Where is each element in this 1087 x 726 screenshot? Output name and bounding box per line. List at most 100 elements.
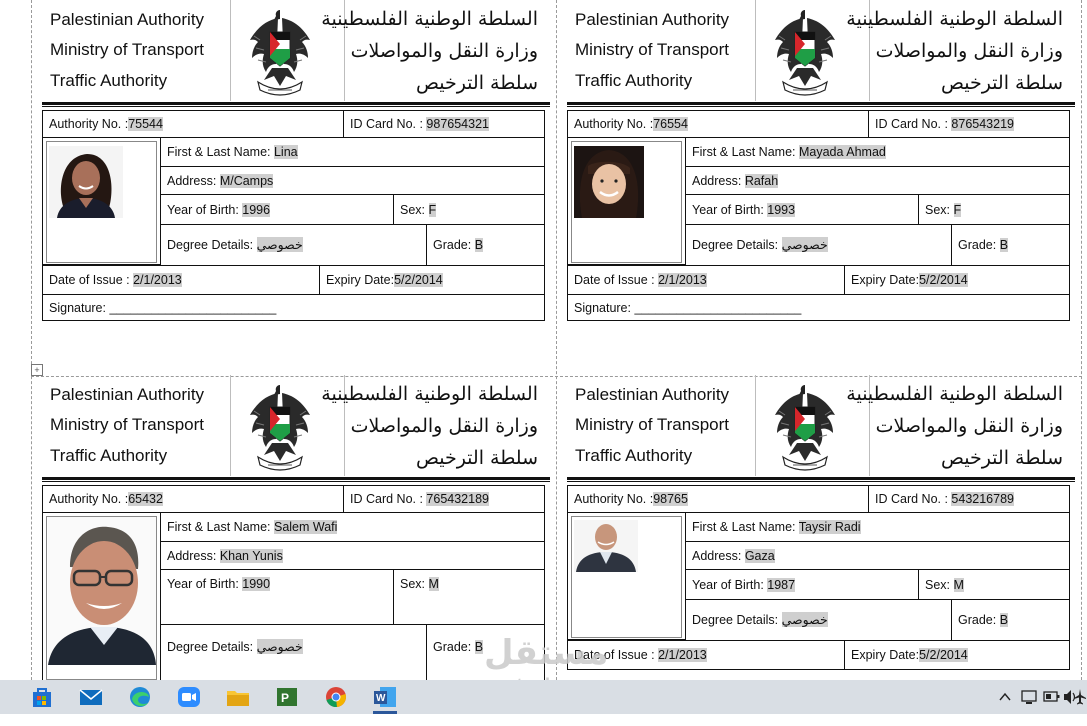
field-label: Year of Birth: xyxy=(167,577,243,591)
name-cell: First & Last Name: Salem Wafi xyxy=(160,512,545,542)
palestine-eagle-emblem xyxy=(775,10,835,96)
field-label: ID Card No. : xyxy=(875,492,952,506)
id-card-cell: ID Card No. : 987654321 xyxy=(343,110,545,138)
driving-license-card: Palestinian Authority Ministry of Transp… xyxy=(42,375,550,682)
header-ar-traffic: سلطة الترخيص xyxy=(940,72,1063,94)
date-of-issue-cell: Date of Issue : 2/1/2013 xyxy=(567,265,845,295)
field-label: Grade: xyxy=(958,613,1000,627)
field-label: Sex: xyxy=(400,202,429,217)
word-icon[interactable]: W xyxy=(371,684,399,716)
project-icon[interactable]: P xyxy=(273,684,301,710)
page-grid-line xyxy=(556,0,557,680)
degree-cell: Degree Details: خصوصي xyxy=(685,224,952,266)
field-value-year: 1996 xyxy=(242,202,271,217)
page-grid-line xyxy=(31,0,32,680)
photo-cell xyxy=(567,512,686,640)
header-ar-ministry: وزارة النقل والمواصلات xyxy=(350,40,538,62)
file-explorer-icon[interactable] xyxy=(224,684,252,710)
field-value-sex: M xyxy=(428,577,439,591)
license-header: Palestinian Authority Ministry of Transp… xyxy=(567,0,1075,101)
field-value-address: Khan Yunis xyxy=(219,548,283,563)
field-label: First & Last Name: xyxy=(692,520,799,534)
zoom-icon[interactable] xyxy=(175,684,203,710)
header-en-traffic: Traffic Authority xyxy=(50,446,168,465)
mail-icon[interactable] xyxy=(77,684,105,710)
field-label: Signature: ________________________ xyxy=(49,300,277,315)
name-cell: First & Last Name: Taysir Radi xyxy=(685,512,1070,542)
field-label: Address: xyxy=(692,173,745,188)
header-ar-traffic: سلطة الترخيص xyxy=(415,447,538,469)
authority-no-cell: Authority No. :76554 xyxy=(567,110,869,138)
degree-cell: Degree Details: خصوصي xyxy=(160,224,427,266)
authority-no-cell: Authority No. :75544 xyxy=(42,110,344,138)
signature-cell: Signature: ________________________ xyxy=(42,294,545,321)
field-label: Expiry Date: xyxy=(326,273,395,287)
field-value-sex: M xyxy=(953,577,964,592)
field-label: Sex: xyxy=(400,577,429,591)
palestine-eagle-emblem xyxy=(250,385,310,471)
expiry-date-cell: Expiry Date:5/2/2014 xyxy=(319,265,545,295)
field-value-id-card: 987654321 xyxy=(426,117,489,131)
grade-cell: Grade: B xyxy=(426,224,545,266)
header-rule xyxy=(567,102,1075,105)
holder-photo xyxy=(49,146,123,223)
field-label: Degree Details: xyxy=(167,640,257,654)
field-value-expiry: 5/2/2014 xyxy=(919,648,968,662)
field-value-address: Gaza xyxy=(744,548,775,563)
field-label: Sex: xyxy=(925,202,954,217)
chevron-up-icon[interactable] xyxy=(996,680,1014,714)
field-value-grade: B xyxy=(474,238,484,252)
license-header: Palestinian Authority Ministry of Transp… xyxy=(567,375,1075,476)
field-value-sex: F xyxy=(428,202,437,217)
windows-taskbar: P W xyxy=(0,680,1087,716)
field-label: ID Card No. : xyxy=(875,117,952,131)
field-value-address: Rafah xyxy=(744,173,779,188)
header-rule xyxy=(42,106,550,107)
header-ar-ministry: وزارة النقل والمواصلات xyxy=(875,40,1063,62)
field-value-authority-no: 65432 xyxy=(128,492,163,506)
year-cell: Year of Birth: 1993 xyxy=(685,194,919,225)
palestine-eagle-emblem xyxy=(250,10,310,96)
date-of-issue-cell: Date of Issue : 2/1/2013 xyxy=(42,265,320,295)
page-grid-line xyxy=(1081,0,1082,680)
man-portrait-photo xyxy=(574,520,638,572)
field-label: Year of Birth: xyxy=(692,202,768,217)
store-icon[interactable] xyxy=(28,684,56,710)
chrome-icon[interactable] xyxy=(322,684,350,710)
field-value-degree: خصوصي xyxy=(256,237,303,252)
field-value-degree: خصوصي xyxy=(781,612,828,627)
field-label: Date of Issue : xyxy=(49,273,134,287)
header-ar-ministry: وزارة النقل والمواصلات xyxy=(875,415,1063,437)
display-icon[interactable] xyxy=(1020,680,1038,714)
header-en-ministry: Ministry of Transport xyxy=(575,40,729,59)
field-label: Address: xyxy=(167,173,220,188)
header-en-traffic: Traffic Authority xyxy=(575,71,693,90)
header-en-authority: Palestinian Authority xyxy=(50,385,205,404)
field-label: Address: xyxy=(167,548,220,563)
grade-cell: Grade: B xyxy=(951,224,1070,266)
field-value-degree: خصوصي xyxy=(256,639,303,654)
header-en-ministry: Ministry of Transport xyxy=(50,415,204,434)
license-header: Palestinian Authority Ministry of Transp… xyxy=(42,375,550,476)
license-header: Palestinian Authority Ministry of Transp… xyxy=(42,0,550,101)
field-label: Degree Details: xyxy=(692,613,782,627)
sex-cell: Sex: M xyxy=(918,569,1070,600)
field-value-year: 1990 xyxy=(242,577,271,591)
field-value-sex: F xyxy=(953,202,962,217)
field-value-authority-no: 76554 xyxy=(653,117,688,131)
edge-icon[interactable] xyxy=(126,684,154,710)
header-en-authority: Palestinian Authority xyxy=(575,10,730,29)
driving-license-card: Palestinian Authority Ministry of Transp… xyxy=(42,0,550,321)
sex-cell: Sex: F xyxy=(918,194,1070,225)
field-label: Expiry Date: xyxy=(851,648,920,662)
airplane-mode-icon[interactable] xyxy=(1073,680,1087,714)
field-label: Date of Issue : xyxy=(574,648,659,662)
authority-no-cell: Authority No. :98765 xyxy=(567,485,869,513)
field-label: Authority No. : xyxy=(574,117,654,131)
field-value-name: Taysir Radi xyxy=(798,520,861,534)
header-rule xyxy=(42,477,550,480)
field-value-degree: خصوصي xyxy=(781,237,828,252)
grade-cell: Grade: B xyxy=(951,599,1070,641)
degree-cell: Degree Details: خصوصي xyxy=(160,624,427,682)
battery-icon[interactable] xyxy=(1043,680,1061,714)
